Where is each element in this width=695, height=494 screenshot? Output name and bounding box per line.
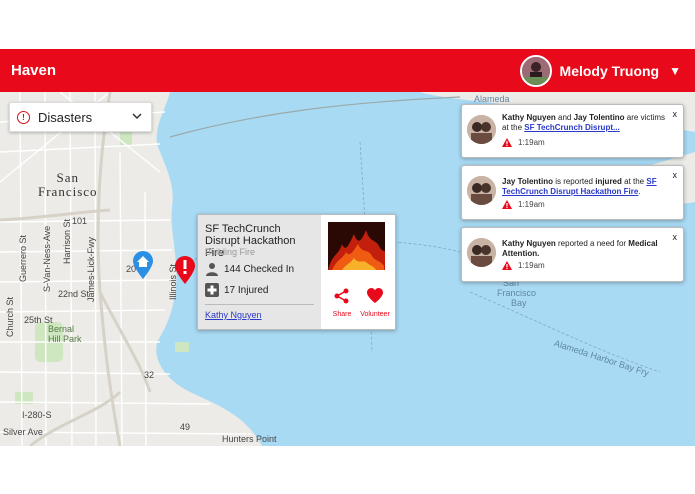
map-label-svan-ness: S-Van-Ness-Ave: [42, 225, 52, 292]
notification-avatar: [467, 176, 496, 205]
notification-name: Kathy Nguyen: [502, 239, 556, 248]
map-label-alameda: Alameda: [474, 94, 510, 104]
share-icon: [334, 288, 349, 304]
chevron-down-icon: [132, 113, 142, 120]
city-label: San Francisco: [38, 171, 98, 199]
user-menu[interactable]: Melody Truong ▼: [519, 53, 681, 88]
popup-media-panel: Share Volunteer: [321, 215, 395, 329]
checked-in-row: 144 Checked In: [205, 262, 294, 276]
map-label-hill-park: Hill Park: [48, 334, 82, 344]
disaster-marker-icon[interactable]: [174, 255, 196, 285]
bay-label-3: Bay: [511, 298, 527, 308]
disasters-filter-label: Disasters: [38, 109, 93, 125]
notification-name: Jay Tolentino: [502, 177, 553, 186]
map-view[interactable]: San Francisco 101 22nd St 25th St Bernal …: [0, 92, 695, 446]
volunteer-button[interactable]: Volunteer: [358, 287, 392, 318]
share-button[interactable]: Share: [325, 287, 359, 318]
warning-icon: [502, 261, 512, 270]
bay-label-2: Francisco: [497, 288, 537, 298]
notification-text-part: and: [555, 113, 574, 122]
notification-time-row: 1:19am: [502, 261, 545, 270]
notification-event-link[interactable]: SF TechCrunch Disrupt...: [524, 123, 619, 132]
map-label-hunters-point: Hunters Point: [222, 434, 277, 444]
notification-close-button[interactable]: x: [673, 170, 678, 180]
map-label-49: 49: [180, 422, 191, 432]
city-label-line1: San: [56, 170, 80, 185]
notification-status: injured: [595, 177, 622, 186]
notification-text-part: reported a need for: [555, 239, 629, 248]
injured-count: 17 Injured: [224, 284, 269, 296]
notification-avatar: [467, 238, 496, 267]
map-label-32: 32: [144, 370, 155, 380]
city-label-line2: Francisco: [38, 184, 98, 199]
warning-icon: [502, 200, 512, 209]
map-label-22nd: 22nd St: [58, 289, 90, 299]
map-label-guerrero: Guerrero St: [18, 234, 28, 282]
user-name: Melody Truong: [559, 62, 660, 79]
popup-divider: [205, 304, 314, 305]
notification-card[interactable]: Kathy Nguyen and Jay Tolentino are victi…: [461, 104, 684, 158]
notification-card[interactable]: Kathy Nguyen reported a need for Medical…: [461, 227, 684, 282]
map-label-james-lick: James-Lick-Fwy: [86, 236, 96, 302]
notification-card[interactable]: Jay Tolentino is reported injured at the…: [461, 165, 684, 220]
notification-text: Kathy Nguyen reported a need for Medical…: [502, 239, 667, 259]
chevron-down-icon: ▼: [669, 63, 681, 78]
notification-close-button[interactable]: x: [673, 232, 678, 242]
user-avatar: [519, 54, 552, 87]
notification-time-row: 1:19am: [502, 138, 545, 147]
notification-avatar: [467, 115, 496, 144]
map-label-church: Church St: [5, 296, 15, 337]
home-marker-icon[interactable]: [132, 250, 154, 280]
notification-text-part: at the: [621, 177, 647, 186]
notification-close-button[interactable]: x: [673, 109, 678, 119]
map-label-harrison: Harrison St: [62, 218, 72, 264]
fire-photo: [328, 222, 385, 270]
app-header: Haven Melody Truong ▼: [0, 49, 695, 92]
injured-row: 17 Injured: [205, 283, 268, 297]
notification-time-row: 1:19am: [502, 200, 545, 209]
notification-time: 1:19am: [518, 261, 545, 270]
notification-time: 1:19am: [518, 138, 545, 147]
notification-time: 1:19am: [518, 200, 545, 209]
notification-text: Kathy Nguyen and Jay Tolentino are victi…: [502, 113, 667, 133]
person-icon: [206, 263, 218, 276]
checked-in-count: 144 Checked In: [224, 263, 295, 275]
medical-cross-icon: [205, 283, 219, 297]
warning-icon: [502, 138, 512, 147]
notification-name: Kathy Nguyen: [502, 113, 556, 122]
popup-subtitle: Building Fire: [205, 247, 256, 257]
share-label: Share: [332, 311, 352, 318]
notification-text-part: .: [638, 187, 641, 196]
map-label-silver-ave: Silver Ave: [3, 427, 43, 437]
notification-text-part: is reported: [552, 177, 596, 186]
disasters-filter-dropdown[interactable]: ! Disasters: [9, 102, 152, 132]
heart-icon: [367, 288, 383, 303]
notification-name: Jay Tolentino: [573, 113, 625, 122]
map-label-bernal: Bernal: [48, 324, 75, 334]
disaster-popup[interactable]: SF TechCrunch Disrupt Hackathon Fire Bui…: [197, 214, 396, 330]
app-brand[interactable]: Haven: [11, 62, 56, 79]
map-label-101: 101: [72, 216, 88, 226]
volunteer-label: Volunteer: [360, 311, 390, 318]
popup-contact-link[interactable]: Kathy Nguyen: [205, 310, 262, 320]
map-label-i280: I-280-S: [22, 410, 52, 420]
alert-circle-icon: !: [17, 110, 30, 124]
notification-text: Jay Tolentino is reported injured at the…: [502, 177, 667, 197]
